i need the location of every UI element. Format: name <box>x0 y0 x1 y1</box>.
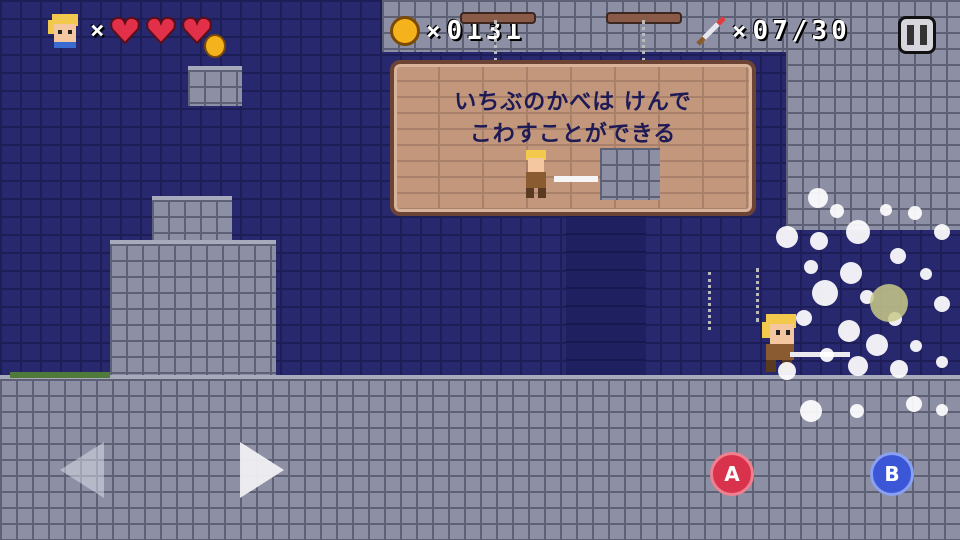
sword-multiplier: × <box>732 17 747 45</box>
lives-display: × <box>46 12 218 48</box>
b-button-label: B <box>884 462 900 486</box>
hero-illustration <box>520 150 554 200</box>
lives-multiplier: × <box>90 16 105 44</box>
b-button[interactable]: B <box>870 452 914 496</box>
sign-text-line-1: いちぶのかべは けんで <box>454 90 692 115</box>
arrow-right-icon <box>240 442 284 498</box>
sword-icon <box>696 16 726 46</box>
pause-icon <box>907 25 914 45</box>
background-pillar <box>566 215 646 375</box>
sign-chain <box>642 20 651 62</box>
sign-chain <box>494 20 503 62</box>
coin-multiplier: × <box>426 17 441 45</box>
breakable-block-illustration <box>600 148 660 200</box>
hero-face-icon <box>46 12 84 48</box>
stone-ledge-small <box>188 66 242 106</box>
sword-count: 07/30 <box>752 16 851 46</box>
heart-icon <box>110 16 141 45</box>
pause-icon-bar <box>920 25 927 45</box>
stone-tower <box>110 240 276 384</box>
stone-floor <box>0 375 960 540</box>
arrow-left-icon <box>60 442 104 498</box>
move-right-button[interactable] <box>238 440 288 500</box>
move-left-button[interactable] <box>56 440 106 500</box>
sword-counter: × 07/30 <box>696 16 851 46</box>
wall-chain <box>708 272 717 330</box>
coin-icon <box>390 16 420 46</box>
sword-illustration <box>554 176 598 182</box>
broken-block-glow <box>870 284 908 322</box>
sign-text-line-2: こわすことができる <box>469 122 677 147</box>
grass-tuft <box>10 372 110 378</box>
tutorial-sign: いちぶのかべは けんで こわすことができる <box>390 60 756 216</box>
heart-icon <box>146 16 177 45</box>
coin-icon <box>204 34 226 58</box>
a-button-label: A <box>724 462 740 486</box>
a-button[interactable]: A <box>710 452 754 496</box>
game-scene: × × 0131 × 07/30 いちぶのかべは けんで こわすことができる A… <box>0 0 960 540</box>
pause-button[interactable] <box>898 16 936 54</box>
